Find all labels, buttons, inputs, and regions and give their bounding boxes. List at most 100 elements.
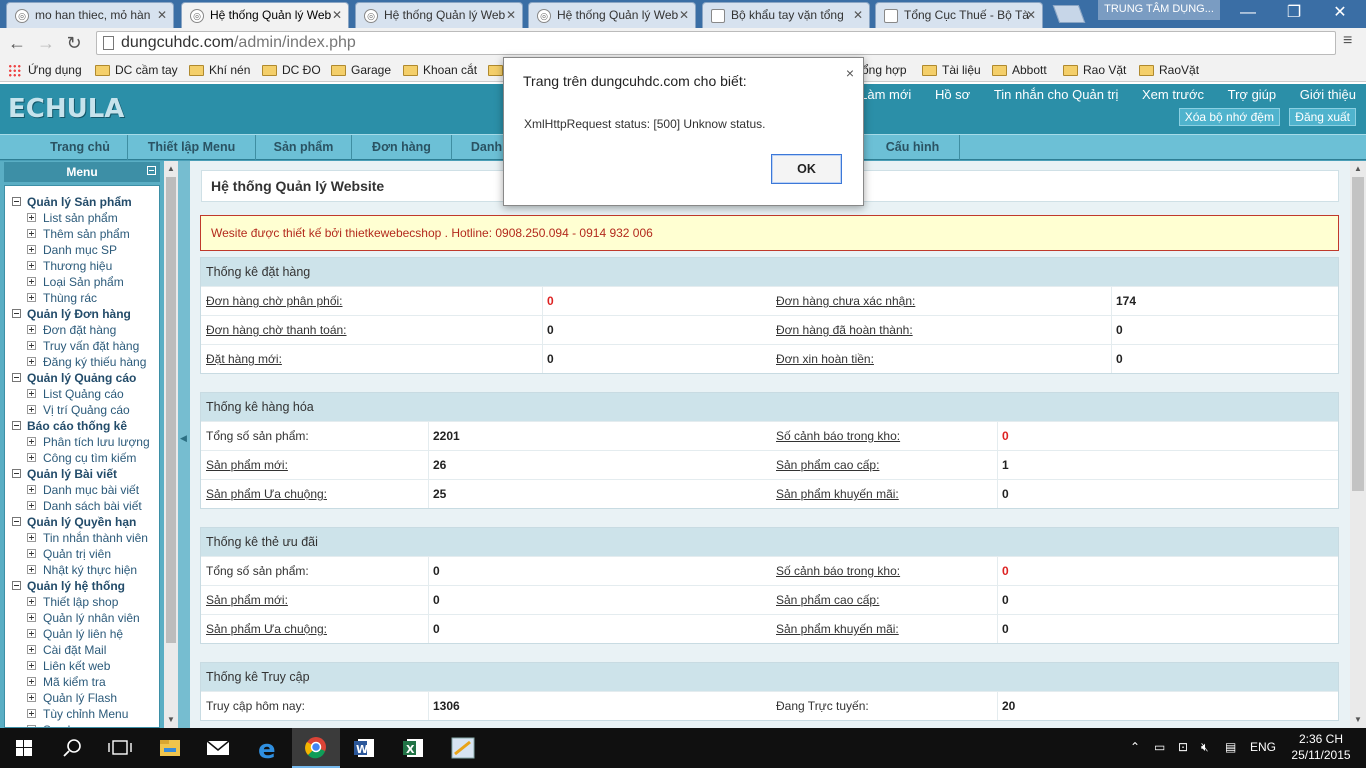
task-view-icon[interactable] [96,728,144,768]
stat-link[interactable]: Đơn hàng chưa xác nhận: [776,287,915,315]
stat-link[interactable]: Đơn hàng chờ phân phối: [206,287,343,315]
browser-tab[interactable]: Tổng Cục Thuế - Bộ Tà ✕ [875,2,1043,28]
bookmark-folder[interactable]: Khoan cắt [403,61,477,79]
sidebar-item[interactable]: Quản lý liên hệ [5,626,159,642]
sidebar-item[interactable]: List Quảng cáo [5,386,159,402]
browser-tab-active[interactable]: ◎ Hệ thống Quản lý Web ✕ [181,2,349,28]
new-tab-button[interactable] [1052,5,1086,23]
sidebar-item[interactable]: Danh mục bài viết [5,482,159,498]
stat-link[interactable]: Đơn hàng chờ thanh toán: [206,316,347,344]
nav-products[interactable]: Sản phẩm [256,135,352,160]
collapse-icon[interactable] [12,373,21,382]
bookmark-folder[interactable]: DC ĐO [262,61,321,79]
windows-start-icon[interactable] [0,728,48,768]
bookmark-folder[interactable]: Garage [331,61,391,79]
excel-icon[interactable]: X [390,728,438,768]
top-link-admin-messages[interactable]: Tin nhắn cho Quản trị [994,87,1119,102]
scroll-down-icon[interactable]: ▼ [167,715,175,724]
edge-icon[interactable]: e [244,728,292,768]
top-link-profile[interactable]: Hồ sơ [935,87,970,102]
network-icon[interactable]: ⊡ [1178,740,1188,754]
profile-button[interactable]: TRUNG TÂM DỤNG... [1098,0,1220,20]
stat-link[interactable]: Đơn xin hoàn tiền: [776,345,874,373]
close-icon[interactable]: ✕ [157,3,167,28]
page-scrollbar[interactable]: ▲ ▼ [1350,161,1366,728]
stat-link[interactable]: Sản phẩm cao cấp: [776,451,879,479]
app-icon[interactable] [439,728,487,768]
search-icon[interactable] [48,728,96,768]
sidebar-group[interactable]: Quản lý Bài viết [5,466,159,482]
sidebar-item[interactable]: Quản lý nhân viên [5,610,159,626]
logout-button[interactable]: Đăng xuất [1289,108,1356,126]
collapse-icon[interactable] [12,197,21,206]
collapse-icon[interactable] [12,517,21,526]
sidebar-item[interactable]: Quản trị viên [5,546,159,562]
stat-link[interactable]: Sản phẩm khuyến mãi: [776,615,899,643]
site-logo[interactable]: ECHULA [8,94,124,124]
bookmark-folder[interactable]: Khí nén [189,61,250,79]
window-close-icon[interactable]: ✕ [1318,2,1362,24]
clear-cache-button[interactable]: Xóa bộ nhớ đệm [1178,108,1280,126]
stat-link[interactable]: Sản phẩm Ưa chuộng: [206,615,327,643]
reload-icon[interactable]: ↻ [62,32,86,54]
sidebar-item[interactable]: Nhật ký thực hiện [5,562,159,578]
top-link-about[interactable]: Giới thiệu [1300,87,1356,102]
browser-tab[interactable]: ◎ Hệ thống Quản lý Web ✕ [355,2,523,28]
volume-icon[interactable]: 🔇︎ [1201,740,1209,755]
address-bar[interactable]: dungcuhdc.com/admin/index.php ☆ [96,31,1336,55]
forward-icon[interactable]: → [34,32,58,54]
sidebar-item[interactable]: Thiết lập shop [5,594,159,610]
close-icon[interactable]: ✕ [332,3,342,28]
close-icon[interactable]: ✕ [506,3,516,28]
sidebar-item[interactable]: Vị trí Quảng cáo [5,402,159,418]
stat-link[interactable]: Sản phẩm cao cấp: [776,586,879,614]
sidebar-item[interactable]: Danh mục SP [5,242,159,258]
bookmark-folder[interactable]: Tài liệu [922,61,981,79]
close-icon[interactable]: ✕ [1026,3,1036,28]
sidebar-group[interactable]: Quản lý hệ thống [5,578,159,594]
scroll-down-icon[interactable]: ▼ [1354,715,1362,724]
top-link-help[interactable]: Trợ giúp [1228,87,1277,102]
browser-tab[interactable]: Bộ khẩu tay vặn tổng ✕ [702,2,870,28]
sidebar-item[interactable]: Phân tích lưu lượng [5,434,159,450]
stat-link[interactable]: Đơn hàng đã hoàn thành: [776,316,913,344]
sidebar-group[interactable]: Quản lý Sản phẩm [5,194,159,210]
sidebar-item[interactable]: Quản lý Flash [5,690,159,706]
collapse-icon[interactable] [147,166,156,175]
stat-link[interactable]: Số cảnh báo trong kho: [776,422,900,450]
stat-link[interactable]: Sản phẩm Ưa chuộng: [206,480,327,508]
stat-link[interactable]: Sản phẩm mới: [206,586,288,614]
collapse-icon[interactable] [12,421,21,430]
restore-icon[interactable]: ❐ [1272,2,1316,24]
ok-button[interactable]: OK [771,154,842,184]
close-icon[interactable]: ✕ [679,3,689,28]
stat-link[interactable]: Sản phẩm mới: [206,451,288,479]
mail-icon[interactable] [194,728,242,768]
sidebar-item[interactable]: Danh sách bài viết [5,498,159,514]
action-center-icon[interactable]: ▤ [1225,740,1236,754]
browser-menu-icon[interactable]: ≡ [1343,32,1352,50]
sidebar-item[interactable]: Tùy chỉnh Menu [5,706,159,722]
battery-icon[interactable]: ▭ [1154,740,1165,754]
chevron-left-icon[interactable]: ◀ [180,433,187,444]
nav-home[interactable]: Trang chủ [33,135,128,160]
sidebar-group[interactable]: Quản lý Quyền hạn [5,514,159,530]
sidebar-item[interactable]: Cài đặt Mail [5,642,159,658]
stat-link[interactable]: Số cảnh báo trong kho: [776,557,900,585]
bookmark-folder[interactable]: DC cầm tay [95,61,178,79]
nav-config[interactable]: Cấu hình [866,135,960,160]
sidebar-item[interactable]: Đăng ký thiếu hàng [5,354,159,370]
scrollbar-thumb[interactable] [1352,177,1364,491]
close-icon[interactable]: ✕ [853,3,863,28]
sidebar-group[interactable]: Quản lý Quảng cáo [5,370,159,386]
nav-orders[interactable]: Đơn hàng [352,135,452,160]
sidebar-item[interactable]: Thương hiệu [5,258,159,274]
bookmark-folder[interactable]: RaoVặt [1139,61,1199,79]
browser-tab[interactable]: ◎ Hệ thống Quản lý Web ✕ [528,2,696,28]
file-explorer-icon[interactable] [146,728,194,768]
bookmark-folder[interactable]: Abbott [992,61,1047,79]
browser-tab[interactable]: ◎ mo han thiec, mỏ hàn ✕ [6,2,174,28]
sidebar-item[interactable]: Tin nhắn thành viên [5,530,159,546]
sidebar-group[interactable]: Báo cáo thống kê [5,418,159,434]
minimize-icon[interactable]: — [1226,2,1270,24]
